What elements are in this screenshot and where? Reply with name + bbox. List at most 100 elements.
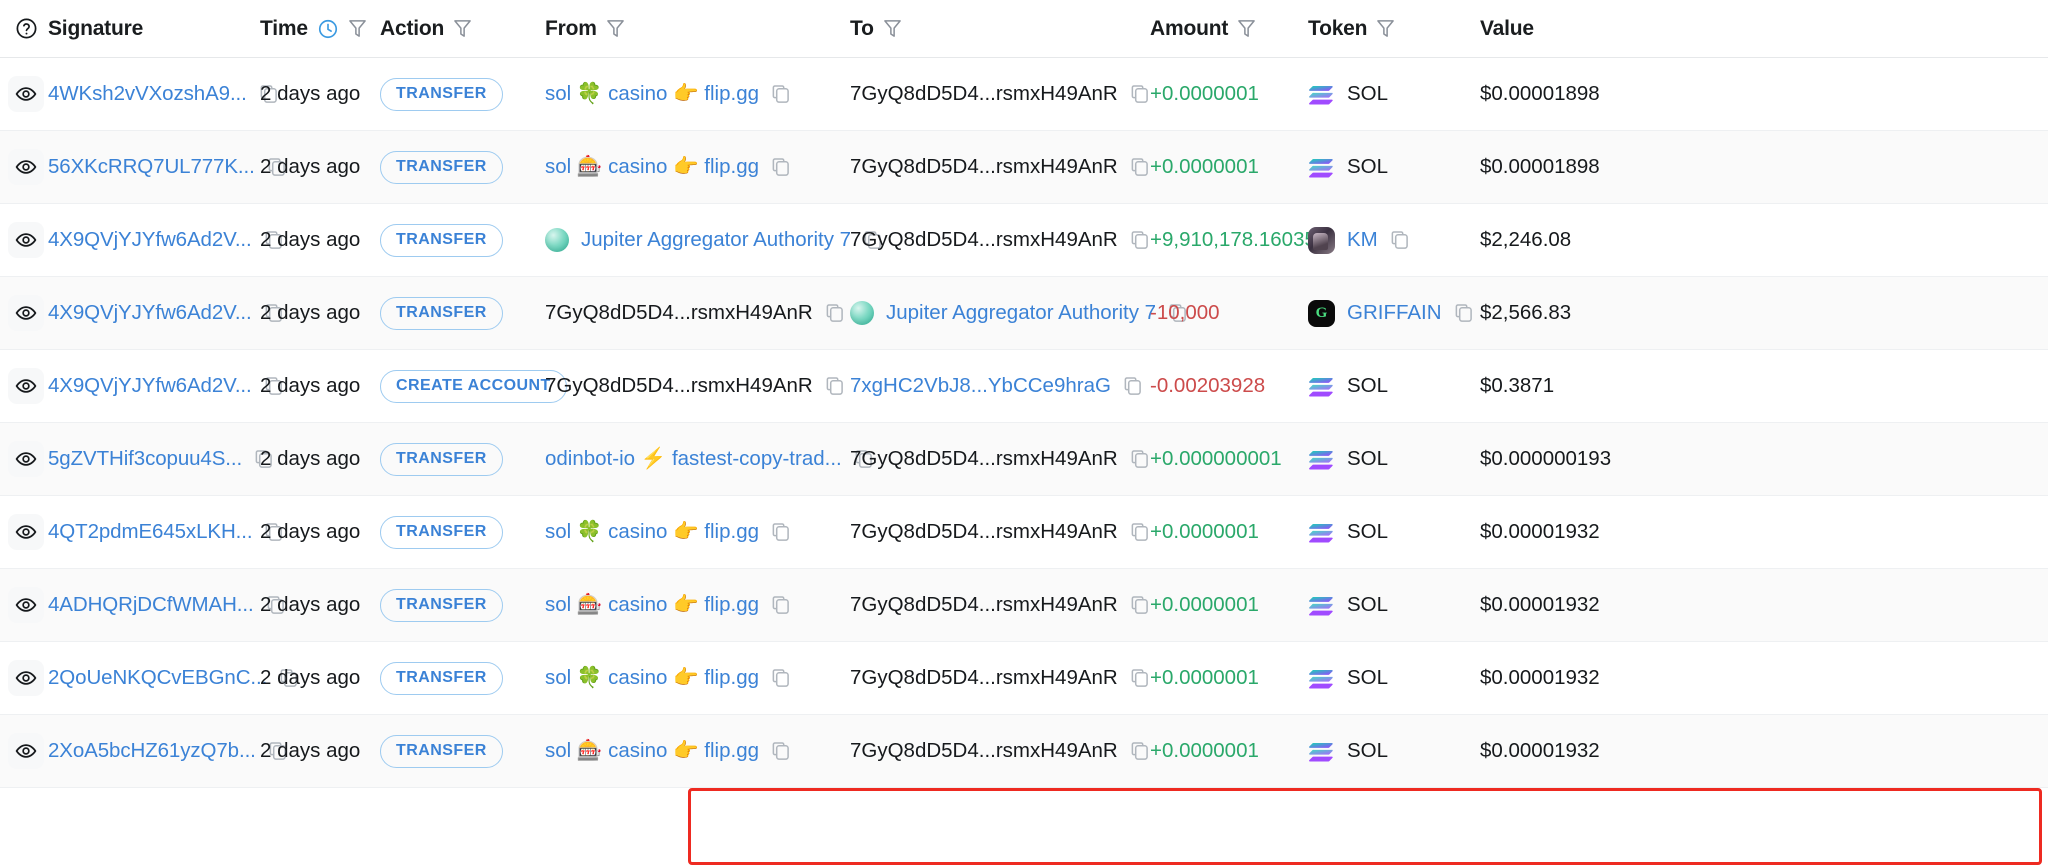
action-badge[interactable]: TRANSFER — [380, 150, 503, 184]
from-address-copy-icon[interactable] — [825, 376, 844, 397]
from-address-copy-icon[interactable] — [771, 522, 790, 543]
action-badge[interactable]: TRANSFER — [380, 661, 503, 695]
view-transaction-button[interactable] — [8, 587, 44, 623]
to-address-copy-icon[interactable] — [1130, 741, 1149, 762]
column-header-signature[interactable]: Signature — [48, 17, 260, 41]
value-cell: $0.00001932 — [1480, 593, 1660, 617]
signature-link[interactable]: 4X9QVjYJYfw6Ad2V... — [48, 301, 252, 325]
table-row[interactable]: 4X9QVjYJYfw6Ad2V... 2 days ago CREATE ACCO… — [0, 350, 2048, 423]
to-address-text[interactable]: 7xgHC2VbJ8...YbCCe9hraG — [850, 374, 1111, 398]
table-row[interactable]: 56XKcRRQ7UL777K... 2 days ago TRANSFER sol … — [0, 131, 2048, 204]
row-view-cell[interactable] — [0, 514, 48, 550]
table-row[interactable]: 4X9QVjYJYfw6Ad2V... 2 days ago TRANSFER Jup… — [0, 204, 2048, 277]
from-address-copy-icon[interactable] — [771, 157, 790, 178]
column-header-time[interactable]: Time — [260, 17, 380, 41]
signature-link[interactable]: 2QoUeNKQCvEBGnC... — [48, 666, 267, 690]
to-address-copy-icon[interactable] — [1130, 449, 1149, 470]
filter-icon-amount[interactable] — [1237, 18, 1256, 39]
to-address-copy-icon[interactable] — [1130, 522, 1149, 543]
to-address-copy-icon[interactable] — [1130, 84, 1149, 105]
from-address-text[interactable]: Jupiter Aggregator Authority 7 — [581, 228, 851, 252]
view-transaction-button[interactable] — [8, 660, 44, 696]
column-header-action[interactable]: Action — [380, 17, 545, 41]
table-row[interactable]: 2QoUeNKQCvEBGnC... 2 days ago TRANSFER sol … — [0, 642, 2048, 715]
action-badge[interactable]: TRANSFER — [380, 296, 503, 330]
column-header-from[interactable]: From — [545, 17, 850, 41]
filter-icon-to[interactable] — [883, 18, 902, 39]
from-address-text[interactable]: odinbot-io ⚡ fastest-copy-trad... — [545, 447, 842, 471]
table-row[interactable]: 4ADHQRjDCfWMAH... 2 days ago TRANSFER sol 🎰… — [0, 569, 2048, 642]
action-badge[interactable]: TRANSFER — [380, 442, 503, 476]
from-address-text[interactable]: sol 🎰 casino 👉 flip.gg — [545, 593, 759, 617]
action-badge[interactable]: CREATE ACCOUNT — [380, 369, 567, 403]
signature-link[interactable]: 56XKcRRQ7UL777K... — [48, 155, 255, 179]
clock-icon[interactable] — [317, 18, 339, 40]
signature-link[interactable]: 4X9QVjYJYfw6Ad2V... — [48, 228, 252, 252]
to-address-copy-icon[interactable] — [1123, 376, 1142, 397]
view-transaction-button[interactable] — [8, 441, 44, 477]
action-badge[interactable]: TRANSFER — [380, 588, 503, 622]
signature-link[interactable]: 5gZVTHif3copuu4S... — [48, 447, 242, 471]
column-header-to[interactable]: To — [850, 17, 1150, 41]
to-address-text[interactable]: Jupiter Aggregator Authority 7 — [886, 301, 1156, 325]
signature-link[interactable]: 4QT2pdmE645xLKH... — [48, 520, 253, 544]
signature-link[interactable]: 4X9QVjYJYfw6Ad2V... — [48, 374, 252, 398]
to-address-copy-icon[interactable] — [1130, 157, 1149, 178]
from-address-copy-icon[interactable] — [771, 668, 790, 689]
column-header-value[interactable]: Value — [1480, 17, 1660, 41]
to-address-copy-icon[interactable] — [1130, 230, 1149, 251]
signature-link[interactable]: 4WKsh2vVXozshA9... — [48, 82, 247, 106]
table-row[interactable]: 4X9QVjYJYfw6Ad2V... 2 days ago TRANSFER 7Gy… — [0, 277, 2048, 350]
from-address-copy-icon[interactable] — [771, 84, 790, 105]
view-transaction-button[interactable] — [8, 733, 44, 769]
column-header-token[interactable]: Token — [1308, 17, 1480, 41]
row-view-cell[interactable] — [0, 368, 48, 404]
view-transaction-button[interactable] — [8, 222, 44, 258]
action-badge[interactable]: TRANSFER — [380, 515, 503, 549]
row-view-cell[interactable] — [0, 76, 48, 112]
column-header-amount[interactable]: Amount — [1150, 17, 1308, 41]
row-view-cell[interactable] — [0, 660, 48, 696]
filter-icon-action[interactable] — [453, 18, 472, 39]
filter-icon-from[interactable] — [606, 18, 625, 39]
token-name[interactable]: KM — [1347, 228, 1378, 252]
row-view-cell[interactable] — [0, 149, 48, 185]
signature-link[interactable]: 2XoA5bcHZ61yzQ7b... — [48, 739, 256, 763]
from-address-copy-icon[interactable] — [771, 741, 790, 762]
table-row[interactable]: 4WKsh2vVXozshA9... 2 days ago TRANSFER sol … — [0, 58, 2048, 131]
from-address-text[interactable]: sol 🍀 casino 👉 flip.gg — [545, 666, 759, 690]
help-circle-icon[interactable] — [15, 17, 38, 40]
to-address-copy-icon[interactable] — [1130, 668, 1149, 689]
action-badge[interactable]: TRANSFER — [380, 77, 503, 111]
action-badge[interactable]: TRANSFER — [380, 223, 503, 257]
filter-icon-token[interactable] — [1376, 18, 1395, 39]
from-address-text[interactable]: sol 🍀 casino 👉 flip.gg — [545, 520, 759, 544]
token-copy-icon[interactable] — [1454, 303, 1473, 324]
row-view-cell[interactable] — [0, 222, 48, 258]
token-copy-icon[interactable] — [1390, 230, 1409, 251]
view-transaction-button[interactable] — [8, 514, 44, 550]
table-row[interactable]: 5gZVTHif3copuu4S... 2 days ago TRANSFER odi… — [0, 423, 2048, 496]
view-transaction-button[interactable] — [8, 76, 44, 112]
token-name: SOL — [1347, 155, 1389, 178]
view-transaction-button[interactable] — [8, 149, 44, 185]
filter-icon-time[interactable] — [348, 18, 367, 39]
table-row[interactable]: 4QT2pdmE645xLKH... 2 days ago TRANSFER sol … — [0, 496, 2048, 569]
view-transaction-button[interactable] — [8, 295, 44, 331]
view-transaction-button[interactable] — [8, 368, 44, 404]
row-view-cell[interactable] — [0, 733, 48, 769]
row-view-cell[interactable] — [0, 441, 48, 477]
from-address-copy-icon[interactable] — [771, 595, 790, 616]
from-address-copy-icon[interactable] — [825, 303, 844, 324]
table-row[interactable]: 2XoA5bcHZ61yzQ7b... 2 days ago TRANSFER sol… — [0, 715, 2048, 788]
to-address-copy-icon[interactable] — [1130, 595, 1149, 616]
signature-link[interactable]: 4ADHQRjDCfWMAH... — [48, 593, 254, 617]
row-view-cell[interactable] — [0, 587, 48, 623]
from-address-text[interactable]: sol 🎰 casino 👉 flip.gg — [545, 739, 759, 763]
from-address-text[interactable]: sol 🍀 casino 👉 flip.gg — [545, 82, 759, 106]
help-column-header[interactable] — [0, 17, 48, 40]
from-address-text[interactable]: sol 🎰 casino 👉 flip.gg — [545, 155, 759, 179]
token-name[interactable]: GRIFFAIN — [1347, 301, 1442, 325]
row-view-cell[interactable] — [0, 295, 48, 331]
action-badge[interactable]: TRANSFER — [380, 734, 503, 768]
